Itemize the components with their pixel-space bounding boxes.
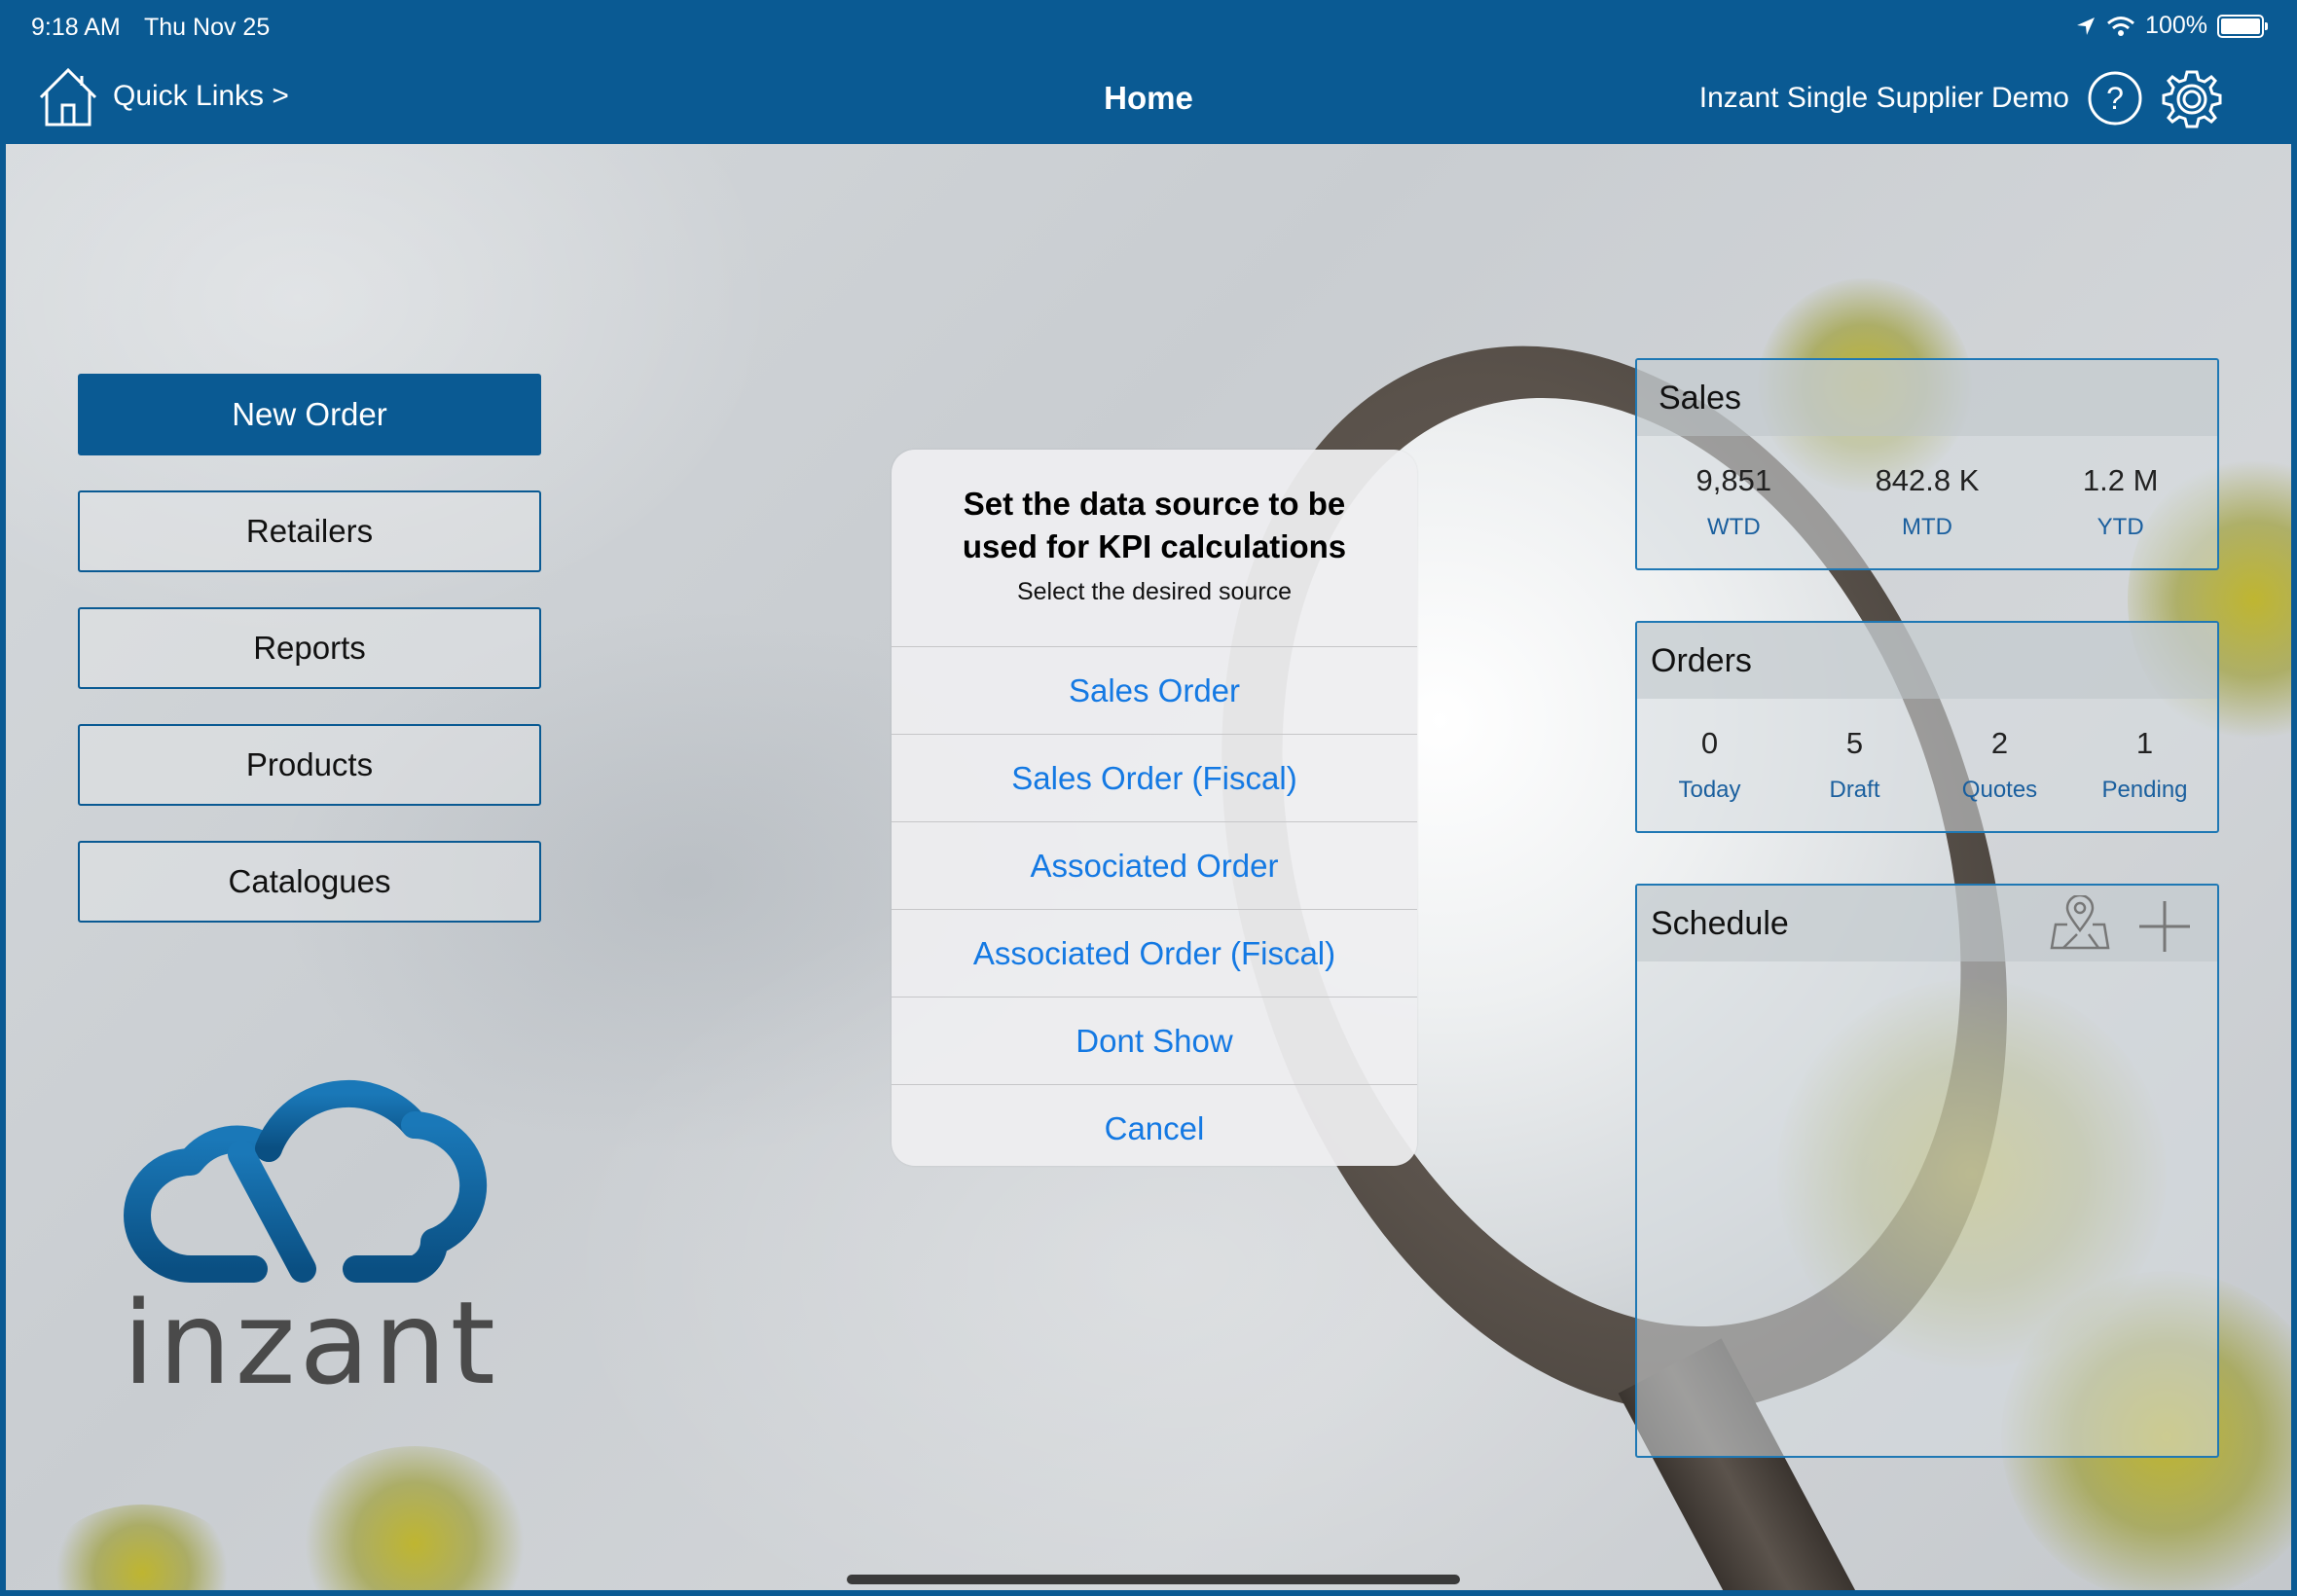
kpi-value: 2 [1990, 726, 2009, 760]
products-button[interactable]: Products [78, 724, 541, 806]
sales-kpi-ytd[interactable]: 1.2 M YTD [2024, 436, 2217, 541]
plus-icon[interactable] [2137, 899, 2192, 954]
sales-panel: Sales 9,851 WTD 842.8 K MTD 1.2 M YTD [1635, 358, 2219, 570]
retailers-button[interactable]: Retailers [78, 490, 541, 572]
kpi-value: 842.8 K [1875, 463, 1980, 497]
kpi-value: 1.2 M [2082, 463, 2159, 497]
option-associated-order-fiscal[interactable]: Associated Order (Fiscal) [892, 909, 1417, 997]
inzant-logo-icon [124, 1079, 488, 1283]
sales-kpi-mtd[interactable]: 842.8 K MTD [1831, 436, 2024, 541]
new-order-button[interactable]: New Order [78, 374, 541, 455]
option-sales-order-fiscal[interactable]: Sales Order (Fiscal) [892, 734, 1417, 821]
kpi-label: Today [1678, 777, 1741, 803]
quick-links-label: Quick Links > [113, 80, 289, 112]
kpi-label: Quotes [1961, 777, 2038, 803]
help-icon[interactable]: ? [2087, 70, 2143, 127]
option-sales-order[interactable]: Sales Order [892, 646, 1417, 734]
orders-kpi-draft[interactable]: 5 Draft [1782, 699, 1927, 804]
home-icon [39, 67, 97, 127]
svg-text:?: ? [2106, 81, 2124, 116]
background-flower [298, 1446, 531, 1590]
dialog-title: Set the data source to be used for KPI c… [962, 486, 1347, 564]
orders-kpi-quotes[interactable]: 2 Quotes [1927, 699, 2072, 804]
kpi-label: WTD [1707, 514, 1761, 540]
wifi-icon [2107, 16, 2135, 36]
sales-title: Sales [1637, 360, 2217, 436]
orders-kpi-pending[interactable]: 1 Pending [2072, 699, 2217, 804]
option-cancel[interactable]: Cancel [892, 1084, 1417, 1166]
kpi-label: Draft [1829, 777, 1880, 803]
dialog-header: Set the data source to be used for KPI c… [892, 450, 1417, 646]
schedule-header: Schedule [1637, 886, 2217, 961]
sales-kpis: 9,851 WTD 842.8 K MTD 1.2 M YTD [1637, 436, 2217, 541]
status-date: Thu Nov 25 [144, 14, 271, 41]
map-pin-icon[interactable] [2050, 895, 2110, 952]
dialog-subtitle: Select the desired source [1016, 578, 1293, 605]
background-flower [45, 1505, 239, 1590]
status-time: 9:18 AM [31, 14, 121, 41]
catalogues-button[interactable]: Catalogues [78, 841, 541, 923]
kpi-source-dialog: Set the data source to be used for KPI c… [892, 450, 1417, 1166]
kpi-value: 1 [2135, 726, 2154, 760]
status-right: 100% [2075, 12, 2268, 40]
kpi-label: MTD [1902, 514, 1952, 540]
option-associated-order[interactable]: Associated Order [892, 821, 1417, 909]
inzant-logo-text: inzant [123, 1276, 499, 1410]
location-icon [2077, 17, 2096, 35]
schedule-panel: Schedule [1635, 884, 2219, 1458]
kpi-label: YTD [2096, 514, 2144, 540]
app-screen: Quick Links > Home Inzant Single Supplie… [6, 6, 2291, 1590]
orders-panel: Orders 0 Today 5 Draft 2 Quotes 1 Pendin… [1635, 621, 2219, 833]
kpi-value: 5 [1845, 726, 1864, 760]
battery-percent: 100% [2145, 12, 2207, 39]
orders-title: Orders [1637, 623, 2217, 699]
schedule-body [1637, 961, 2217, 1458]
sales-kpi-wtd[interactable]: 9,851 WTD [1637, 436, 1831, 541]
battery-icon [2217, 14, 2268, 38]
company-name: Inzant Single Supplier Demo [1698, 82, 2069, 114]
kpi-value: 9,851 [1695, 463, 1772, 497]
kpi-value: 0 [1700, 726, 1719, 760]
option-dont-show[interactable]: Dont Show [892, 997, 1417, 1084]
home-indicator[interactable] [847, 1575, 1460, 1584]
quick-links-button[interactable]: Quick Links > [37, 64, 289, 128]
orders-kpis: 0 Today 5 Draft 2 Quotes 1 Pending [1637, 699, 2217, 804]
kpi-label: Pending [2101, 777, 2188, 803]
reports-button[interactable]: Reports [78, 607, 541, 689]
orders-kpi-today[interactable]: 0 Today [1637, 699, 1782, 804]
schedule-title: Schedule [1651, 904, 1789, 942]
gear-icon[interactable] [2161, 68, 2223, 130]
status-bar: 9:18 AM Thu Nov 25 100% [6, 6, 2291, 49]
